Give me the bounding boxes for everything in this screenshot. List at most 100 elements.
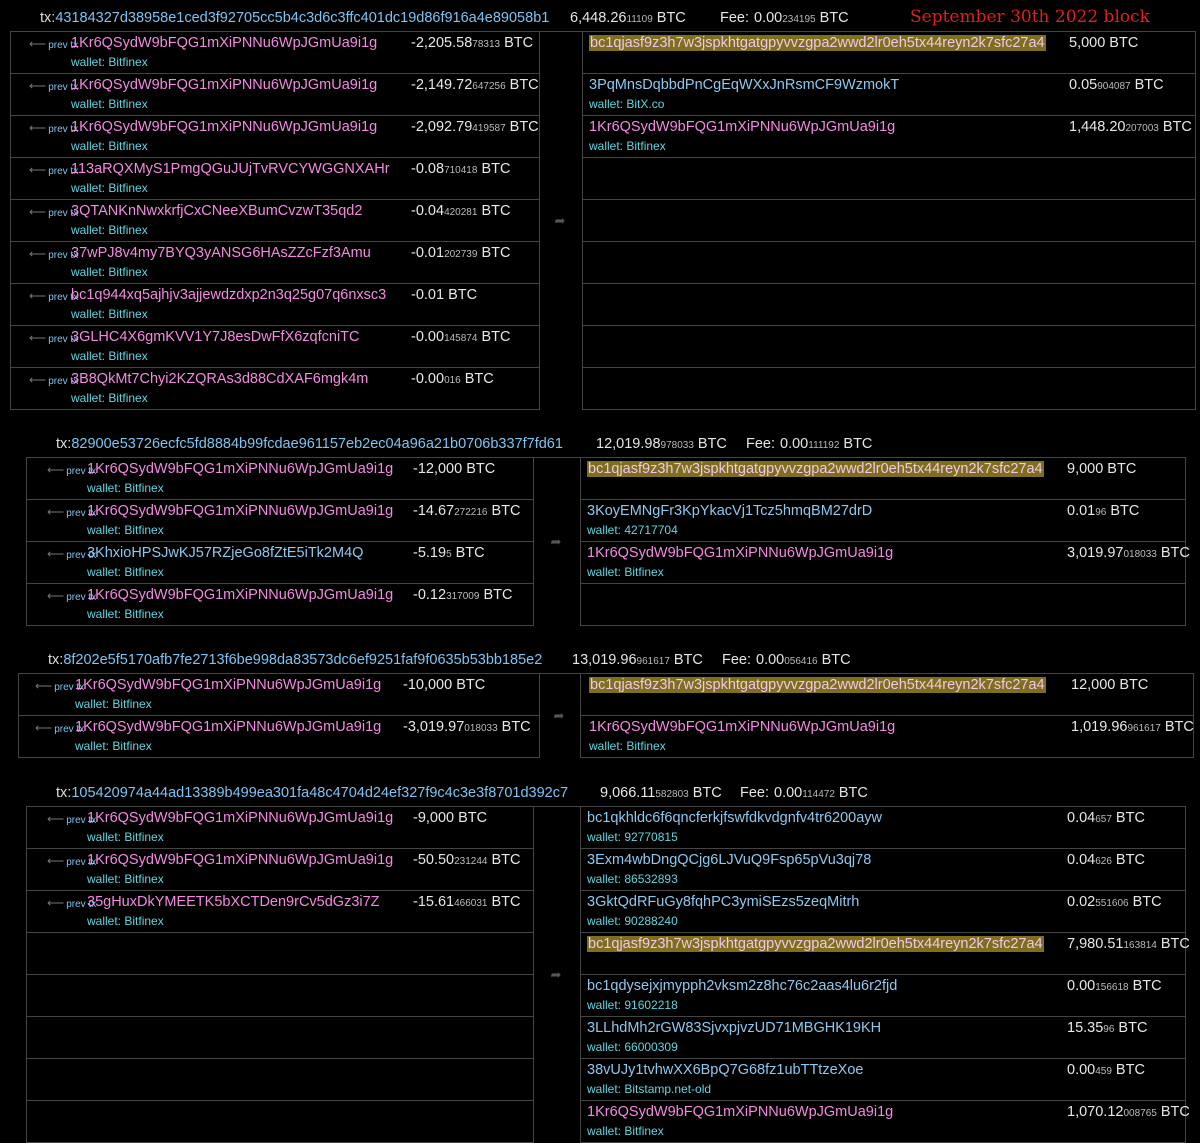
wallet-name[interactable]: Bitfinex [124, 481, 163, 495]
wallet-name[interactable]: Bitfinex [124, 523, 163, 537]
txid-link[interactable]: tx:43184327d38958e1ced3f92705cc5b4c3d6c3… [40, 10, 549, 26]
back-arrow-icon: ⟵ [47, 463, 65, 477]
output-address[interactable]: 3LLhdMh2rGW83SjvxpjvzUD71MBGHK19KH [587, 1020, 881, 1036]
wallet-name[interactable]: Bitfinex [626, 139, 665, 153]
output-address[interactable]: bc1qjasf9z3h7w3jspkhtgatgpyvvzgpa2wwd2lr… [589, 677, 1046, 693]
wallet-name[interactable]: 42717704 [624, 523, 677, 537]
back-arrow-icon: ⟵ [29, 247, 47, 261]
wallet-prefix: wallet: [71, 349, 109, 363]
amount-main: 0.01 [1067, 503, 1096, 519]
output-address[interactable]: 3PqMnsDqbbdPnCgEqWXxJnRsmCF9WzmokT [589, 77, 899, 93]
wallet-label: wallet: 42717704 [587, 523, 678, 537]
input-address[interactable]: 1Kr6QSydW9bFQG1mXiPNNu6WpJGmUa9i1g [87, 503, 393, 519]
output-address[interactable]: 1Kr6QSydW9bFQG1mXiPNNu6WpJGmUa9i1g [589, 719, 895, 735]
input-address[interactable]: 3B8QkMt7Chyi2KZQRAs3d88CdXAF6mgk4m [71, 371, 368, 387]
txid[interactable]: 82900e53726ecfc5fd8884b99fcdae961157eb2e… [71, 436, 563, 452]
wallet-name[interactable]: BitX.co [626, 97, 664, 111]
output-address[interactable]: 3GktQdRFuGy8fqhPC3ymiSEzs5zeqMitrh [587, 894, 859, 910]
txid-link[interactable]: tx:105420974a44ad13389b499ea301fa48c4704… [56, 785, 568, 801]
wallet-name[interactable]: 92770815 [624, 830, 677, 844]
amount-main: -3,019.97 [403, 719, 465, 735]
input-address[interactable]: 3KhxioHPSJwKJ57RZjeGo8fZtE5iTk2M4Q [87, 545, 363, 561]
wallet-label: wallet: Bitfinex [71, 349, 148, 363]
amount-main: 0.00 [1067, 978, 1096, 994]
wallet-name[interactable]: Bitfinex [124, 565, 163, 579]
txid[interactable]: 105420974a44ad13389b499ea301fa48c4704d24… [71, 785, 568, 801]
amount-fraction: 96 [1095, 507, 1107, 518]
txid-link[interactable]: tx:8f202e5f5170afb7fe2713f6be998da83573d… [48, 652, 542, 668]
total-main: 13,019.96 [572, 652, 637, 668]
output-row [583, 368, 1195, 410]
input-address[interactable]: 1Kr6QSydW9bFQG1mXiPNNu6WpJGmUa9i1g [87, 587, 393, 603]
input-address[interactable]: 1Kr6QSydW9bFQG1mXiPNNu6WpJGmUa9i1g [71, 35, 377, 51]
wallet-name[interactable]: Bitfinex [108, 391, 147, 405]
input-row: ⟵ prev tx 3GLHC4X6gmKVV1Y7J8esDwFfX6zqfcni… [11, 326, 539, 368]
output-address[interactable]: 3KoyEMNgFr3KpYkacVj1Tcz5hmqBM27drD [587, 503, 872, 519]
input-address[interactable]: 1Kr6QSydW9bFQG1mXiPNNu6WpJGmUa9i1g [71, 77, 377, 93]
amount-unit: BTC [1110, 503, 1140, 519]
input-address[interactable]: bc1q944xq5ajhjv3ajjewdzdxp2n3q25g07q6nxs… [71, 287, 386, 303]
total-amount: 9,066.11582803 BTC [600, 785, 722, 801]
wallet-name[interactable]: Bitfinex [624, 565, 663, 579]
wallet-name[interactable]: Bitfinex [108, 97, 147, 111]
input-address[interactable]: 3QTANKnNwxkrfjCxCNeeXBumCvzwT35qd2 [71, 203, 362, 219]
amount-unit: BTC [491, 894, 521, 910]
wallet-name[interactable]: Bitfinex [124, 914, 163, 928]
wallet-name[interactable]: Bitfinex [108, 307, 147, 321]
wallet-name[interactable]: Bitfinex [626, 739, 665, 753]
amount-main: -2,205.58 [411, 35, 473, 51]
txid[interactable]: 43184327d38958e1ced3f92705cc5b4c3d6c3ffc… [55, 10, 549, 26]
wallet-name[interactable]: Bitfinex [124, 872, 163, 886]
wallet-name[interactable]: Bitfinex [112, 697, 151, 711]
wallet-label: wallet: 86532893 [587, 872, 678, 886]
input-address[interactable]: 1Kr6QSydW9bFQG1mXiPNNu6WpJGmUa9i1g [75, 719, 381, 735]
output-address[interactable]: bc1qjasf9z3h7w3jspkhtgatgpyvvzgpa2wwd2lr… [587, 461, 1044, 477]
input-address[interactable]: 1Kr6QSydW9bFQG1mXiPNNu6WpJGmUa9i1g [87, 810, 393, 826]
wallet-name[interactable]: 90288240 [624, 914, 677, 928]
wallet-name[interactable]: Bitfinex [624, 1124, 663, 1138]
wallet-name[interactable]: Bitfinex [112, 739, 151, 753]
wallet-name[interactable]: Bitfinex [124, 830, 163, 844]
output-address[interactable]: bc1qdysejxjmypph2vksm2z8hc76c2aas4lu6r2f… [587, 978, 897, 994]
wallet-name[interactable]: Bitfinex [108, 181, 147, 195]
output-address[interactable]: 1Kr6QSydW9bFQG1mXiPNNu6WpJGmUa9i1g [587, 545, 893, 561]
output-address[interactable]: bc1qjasf9z3h7w3jspkhtgatgpyvvzgpa2wwd2lr… [587, 936, 1044, 952]
wallet-name[interactable]: 86532893 [624, 872, 677, 886]
output-address[interactable]: bc1qjasf9z3h7w3jspkhtgatgpyvvzgpa2wwd2lr… [589, 35, 1046, 51]
flow-arrow-icon: ➦ [554, 213, 566, 228]
input-address[interactable]: 1Kr6QSydW9bFQG1mXiPNNu6WpJGmUa9i1g [75, 677, 381, 693]
output-address[interactable]: 1Kr6QSydW9bFQG1mXiPNNu6WpJGmUa9i1g [589, 119, 895, 135]
fee-label: Fee: [746, 436, 776, 452]
input-address[interactable]: 1Kr6QSydW9bFQG1mXiPNNu6WpJGmUa9i1g [87, 461, 393, 477]
wallet-name[interactable]: Bitstamp.net-old [624, 1082, 711, 1096]
wallet-name[interactable]: Bitfinex [108, 349, 147, 363]
transaction-block: tx:8f202e5f5170afb7fe2713f6be998da83573d… [18, 649, 1194, 758]
input-address[interactable]: 1Kr6QSydW9bFQG1mXiPNNu6WpJGmUa9i1g [87, 852, 393, 868]
wallet-name[interactable]: Bitfinex [108, 223, 147, 237]
amount-fraction: 317009 [446, 591, 480, 602]
wallet-name[interactable]: Bitfinex [108, 139, 147, 153]
output-address[interactable]: 1Kr6QSydW9bFQG1mXiPNNu6WpJGmUa9i1g [587, 1104, 893, 1120]
wallet-name[interactable]: Bitfinex [108, 55, 147, 69]
wallet-name[interactable]: 91602218 [624, 998, 677, 1012]
amount-unit: BTC [1132, 894, 1162, 910]
output-address[interactable]: 38vUJy1tvhwXX6BpQ7G68fz1ubTTtzeXoe [587, 1062, 863, 1078]
output-address[interactable]: bc1qkhldc6f6qncferkjfswfdkvdgnfv4tr6200a… [587, 810, 882, 826]
wallet-name[interactable]: Bitfinex [108, 265, 147, 279]
txid-link[interactable]: tx:82900e53726ecfc5fd8884b99fcdae961157e… [56, 436, 563, 452]
amount-unit: BTC [1164, 719, 1194, 735]
input-address[interactable]: 3GLHC4X6gmKVV1Y7J8esDwFfX6zqfcniTC [71, 329, 360, 345]
input-address[interactable]: 1Kr6QSydW9bFQG1mXiPNNu6WpJGmUa9i1g [71, 119, 377, 135]
wallet-prefix: wallet: [87, 914, 125, 928]
input-address[interactable]: 113aRQXMyS1PmgQGuJUjTvRVCYWGGNXAHr [71, 161, 390, 177]
input-address[interactable]: 37wPJ8v4my7BYQ3yANSG6HAsZZcFzf3Amu [71, 245, 371, 261]
wallet-name[interactable]: 66000309 [624, 1040, 677, 1054]
input-address[interactable]: 35gHuxDkYMEETK5bXCTDen9rCv5dGz3i7Z [87, 894, 380, 910]
wallet-name[interactable]: Bitfinex [124, 607, 163, 621]
txid[interactable]: 8f202e5f5170afb7fe2713f6be998da83573dc6e… [63, 652, 542, 668]
total-fraction: 961617 [636, 656, 670, 667]
output-address[interactable]: 3Exm4wbDngQCjg6LJVuQ9Fsp65pVu3qj78 [587, 852, 871, 868]
wallet-label: wallet: Bitfinex [71, 265, 148, 279]
wallet-label: wallet: 92770815 [587, 830, 678, 844]
amount-main: -50.50 [413, 852, 455, 868]
